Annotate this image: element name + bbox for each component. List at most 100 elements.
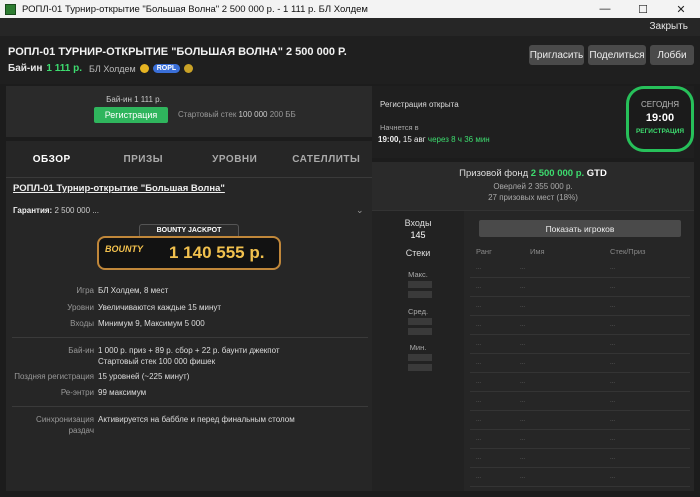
row-label: Поздняя регистрация xyxy=(14,372,94,381)
entries-label: Входы xyxy=(404,218,432,228)
table-cell: ... xyxy=(520,455,526,461)
table-cell: ... xyxy=(610,360,616,366)
tab-bar: ОБЗОР ПРИЗЫ УРОВНИ САТЕЛЛИТЫ xyxy=(6,141,372,178)
table-row xyxy=(470,277,690,278)
table-cell: ... xyxy=(476,265,482,271)
table-row xyxy=(470,334,690,335)
table-cell: ... xyxy=(476,360,482,366)
overview-panel: РОПЛ-01 Турнир-открытие "Большая Волна" … xyxy=(6,178,372,491)
date-badge: СЕГОДНЯ 19:00 РЕГИСТРАЦИЯ xyxy=(626,86,694,152)
column-name: Имя xyxy=(530,247,545,256)
row-value: 15 уровней (~225 минут) xyxy=(98,372,190,381)
max-placeholder xyxy=(408,281,432,288)
close-window-button[interactable]: ✕ xyxy=(662,3,700,16)
table-cell: ... xyxy=(476,474,482,480)
avg-placeholder xyxy=(408,328,432,335)
bounty-coin-icon xyxy=(139,64,149,73)
row-value: Стартовый стек 100 000 фишек xyxy=(98,357,216,366)
stats-panel: Входы 145 Стеки Макс. Сред. Мин. xyxy=(372,210,464,491)
tab-prizes[interactable]: ПРИЗЫ xyxy=(98,141,190,177)
tab-satellites[interactable]: САТЕЛЛИТЫ xyxy=(281,141,373,177)
ropl-badge: ROPL xyxy=(152,64,181,73)
column-rank: Ранг xyxy=(476,247,492,256)
table-cell: ... xyxy=(610,265,616,271)
row-value: Увеличиваются каждые 15 минут xyxy=(98,303,222,312)
table-cell: ... xyxy=(520,417,526,423)
table-cell: ... xyxy=(476,322,482,328)
start-date: 15 авг xyxy=(402,135,426,144)
countdown: через 8 ч 36 мин xyxy=(427,135,490,144)
bounty-header: BOUNTY JACKPOT xyxy=(139,224,239,236)
register-buyin: Бай-ин 1 111 р. xyxy=(106,95,162,104)
starting-stack: Стартовый стек 100 000 200 ББ xyxy=(178,110,296,119)
minimize-button[interactable]: — xyxy=(586,3,624,15)
table-row xyxy=(470,296,690,297)
column-stack: Стек/Приз xyxy=(610,247,646,256)
share-button[interactable]: Поделиться xyxy=(588,45,646,65)
overlay: Оверлей 2 355 000 р. xyxy=(493,182,573,191)
table-cell: ... xyxy=(520,265,526,271)
table-cell: ... xyxy=(476,398,482,404)
chevron-down-icon[interactable]: ⌄ xyxy=(356,205,364,216)
game-type: БЛ Холдем xyxy=(89,63,136,74)
table-cell: ... xyxy=(520,284,526,290)
lobby-button[interactable]: Лобби xyxy=(650,45,694,65)
table-cell: ... xyxy=(610,341,616,347)
bounty-logo: BOUNTY xyxy=(105,244,143,254)
table-cell: ... xyxy=(610,303,616,309)
row-label: Уровни xyxy=(67,303,94,312)
table-row xyxy=(470,410,690,411)
bounty-value: 1 140 555 р. xyxy=(169,243,265,262)
tournament-subtitle: Бай-ин 1 111 р. БЛ Холдем ROPL xyxy=(8,63,194,74)
overview-title: РОПЛ-01 Турнир-открытие "Большая Волна" xyxy=(13,183,225,194)
table-cell: ... xyxy=(610,398,616,404)
avg-placeholder xyxy=(408,318,432,325)
close-link[interactable]: Закрыть xyxy=(649,21,688,32)
invite-button[interactable]: Пригласить xyxy=(529,45,584,65)
guarantee-value: 2 500 000 ... xyxy=(54,206,99,215)
table-row xyxy=(470,391,690,392)
show-players-button[interactable]: Показать игроков xyxy=(479,220,681,237)
start-time: 19:00, 15 авг через 8 ч 36 мин xyxy=(378,135,490,144)
bounty-jackpot: BOUNTY JACKPOT BOUNTY 1 140 555 р. xyxy=(97,224,281,270)
table-cell: ... xyxy=(610,455,616,461)
row-value: Минимум 9, Максимум 5 000 xyxy=(98,319,205,328)
stack-label: Стартовый стек xyxy=(178,110,237,119)
table-cell: ... xyxy=(476,303,482,309)
max-label: Макс. xyxy=(408,270,428,279)
table-cell: ... xyxy=(610,322,616,328)
register-box: Бай-ин 1 111 р. Регистрация Стартовый ст… xyxy=(6,86,372,137)
maximize-button[interactable]: ☐ xyxy=(624,3,662,16)
table-cell: ... xyxy=(476,417,482,423)
tab-overview[interactable]: ОБЗОР xyxy=(6,141,98,177)
prize-places: 27 призовых мест (18%) xyxy=(488,193,578,202)
table-cell: ... xyxy=(520,322,526,328)
row-label: Ре-энтри xyxy=(60,388,94,397)
stack-value: 100 000 xyxy=(238,110,268,119)
players-panel: Показать игроков Ранг Имя Стек/Приз ....… xyxy=(464,210,694,491)
table-cell: ... xyxy=(520,341,526,347)
table-cell: ... xyxy=(476,455,482,461)
badge-time: 19:00 xyxy=(645,112,675,124)
tab-levels[interactable]: УРОВНИ xyxy=(189,141,281,177)
table-row xyxy=(470,429,690,430)
table-cell: ... xyxy=(610,474,616,480)
table-row xyxy=(470,372,690,373)
stacks-label: Стеки xyxy=(405,248,431,258)
table-cell: ... xyxy=(476,436,482,442)
register-button[interactable]: Регистрация xyxy=(94,107,168,123)
badge-day: СЕГОДНЯ xyxy=(640,100,679,109)
start-clock: 19:00, xyxy=(378,135,401,144)
table-cell: ... xyxy=(520,436,526,442)
table-row xyxy=(470,448,690,449)
divider xyxy=(12,337,368,338)
row-label: Входы xyxy=(70,319,94,328)
avg-label: Сред. xyxy=(407,307,429,316)
prize-pool-line: Призовой фонд 2 500 000 р. GTD xyxy=(372,168,694,179)
buyin-value: 1 111 р. xyxy=(46,63,83,74)
max-placeholder xyxy=(408,291,432,298)
table-cell: ... xyxy=(610,436,616,442)
badge-label: РЕГИСТРАЦИЯ xyxy=(635,128,685,135)
guarantee-label: Гарантия: xyxy=(13,206,53,215)
min-placeholder xyxy=(408,354,432,361)
